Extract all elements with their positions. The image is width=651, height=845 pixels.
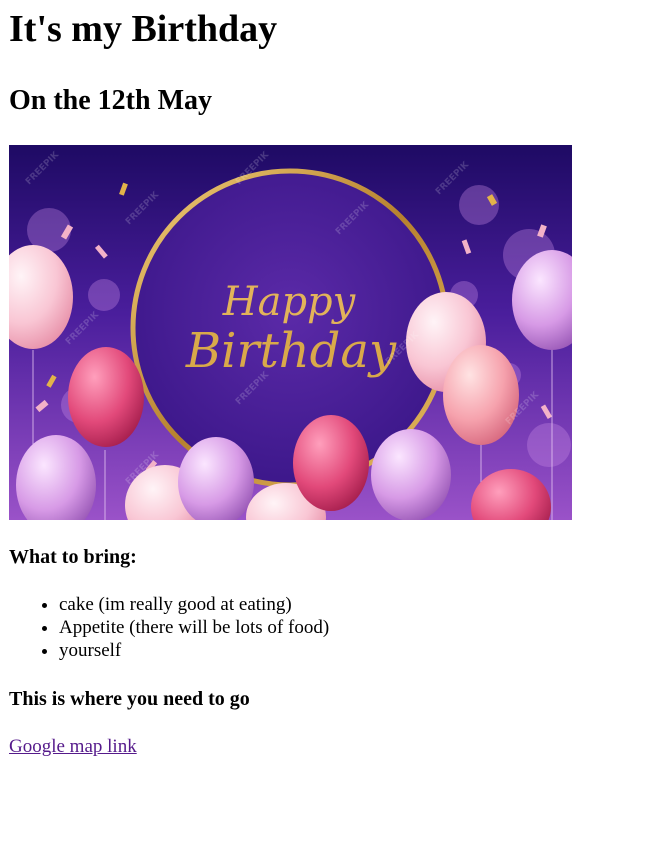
page-title: It's my Birthday <box>9 8 278 50</box>
bring-list-item: yourself <box>59 639 642 662</box>
happy-text: Happy <box>222 279 357 325</box>
birthday-banner-image: Happy Birthday FREEPIK FREEPIK FREEPIK F… <box>9 145 572 520</box>
bring-heading: What to bring: <box>9 546 137 568</box>
bring-list-item: Appetite (there will be lots of food) <box>59 616 642 639</box>
page-subtitle: On the 12th May <box>9 85 212 116</box>
google-map-link[interactable]: Google map link <box>9 735 137 759</box>
bring-list-item: cake (im really good at eating) <box>59 593 642 616</box>
page: It's my Birthday On the 12th May Happy B… <box>0 0 651 759</box>
directions-heading: This is where you need to go <box>9 688 250 710</box>
bring-list: cake (im really good at eating) Appetite… <box>9 593 642 662</box>
birthday-text: Birthday <box>185 323 397 379</box>
